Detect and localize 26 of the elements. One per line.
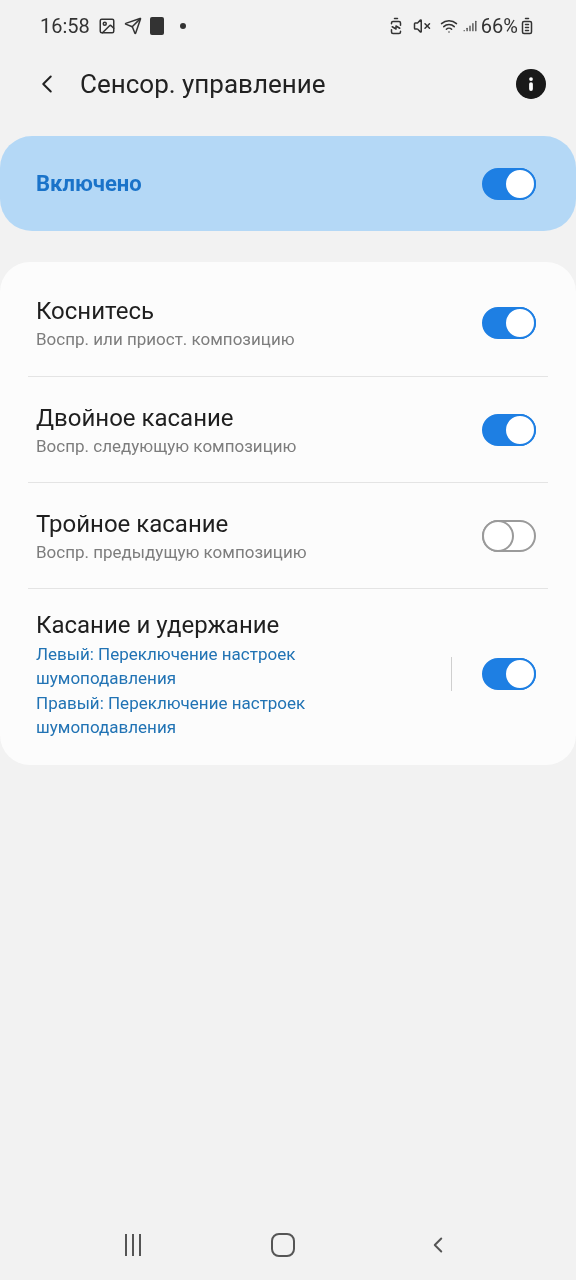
setting-title: Тройное касание bbox=[36, 508, 230, 540]
status-time: 16:58 bbox=[40, 13, 90, 40]
setting-description: Воспр. или приост. композицию bbox=[36, 328, 296, 351]
gallery-icon bbox=[97, 17, 116, 35]
setting-description: Воспр. предыдущую композицию bbox=[36, 540, 308, 564]
wifi-icon bbox=[438, 17, 459, 35]
setting-description: Воспр. следующую композицию bbox=[36, 434, 298, 458]
setting-title: Коснитесь bbox=[36, 296, 155, 327]
toggle-switch[interactable] bbox=[482, 519, 536, 552]
setting-description: Правый: Переключение настроек шумоподавления bbox=[36, 692, 307, 739]
mute-icon bbox=[412, 17, 431, 35]
battery-percent: 66% bbox=[480, 13, 518, 40]
home-button[interactable] bbox=[271, 1233, 295, 1257]
toggle-switch[interactable] bbox=[482, 413, 536, 446]
setting-title: Касание и удержание bbox=[36, 610, 281, 641]
toggle-switch[interactable] bbox=[482, 307, 536, 339]
toggle-switch[interactable] bbox=[482, 167, 536, 200]
master-switch-label: Включено bbox=[36, 170, 143, 198]
master-switch-bar[interactable]: Включено bbox=[0, 136, 576, 231]
setting-description: Левый: Переключение настроек шумоподавления bbox=[36, 643, 297, 690]
toggle-switch[interactable] bbox=[482, 658, 536, 690]
recent-apps-button[interactable] bbox=[125, 1234, 141, 1256]
send-icon bbox=[123, 17, 142, 35]
setting-title: Двойное касание bbox=[36, 402, 235, 434]
signal-icon bbox=[462, 18, 477, 34]
page-title: Сенсор. управление bbox=[80, 67, 326, 101]
